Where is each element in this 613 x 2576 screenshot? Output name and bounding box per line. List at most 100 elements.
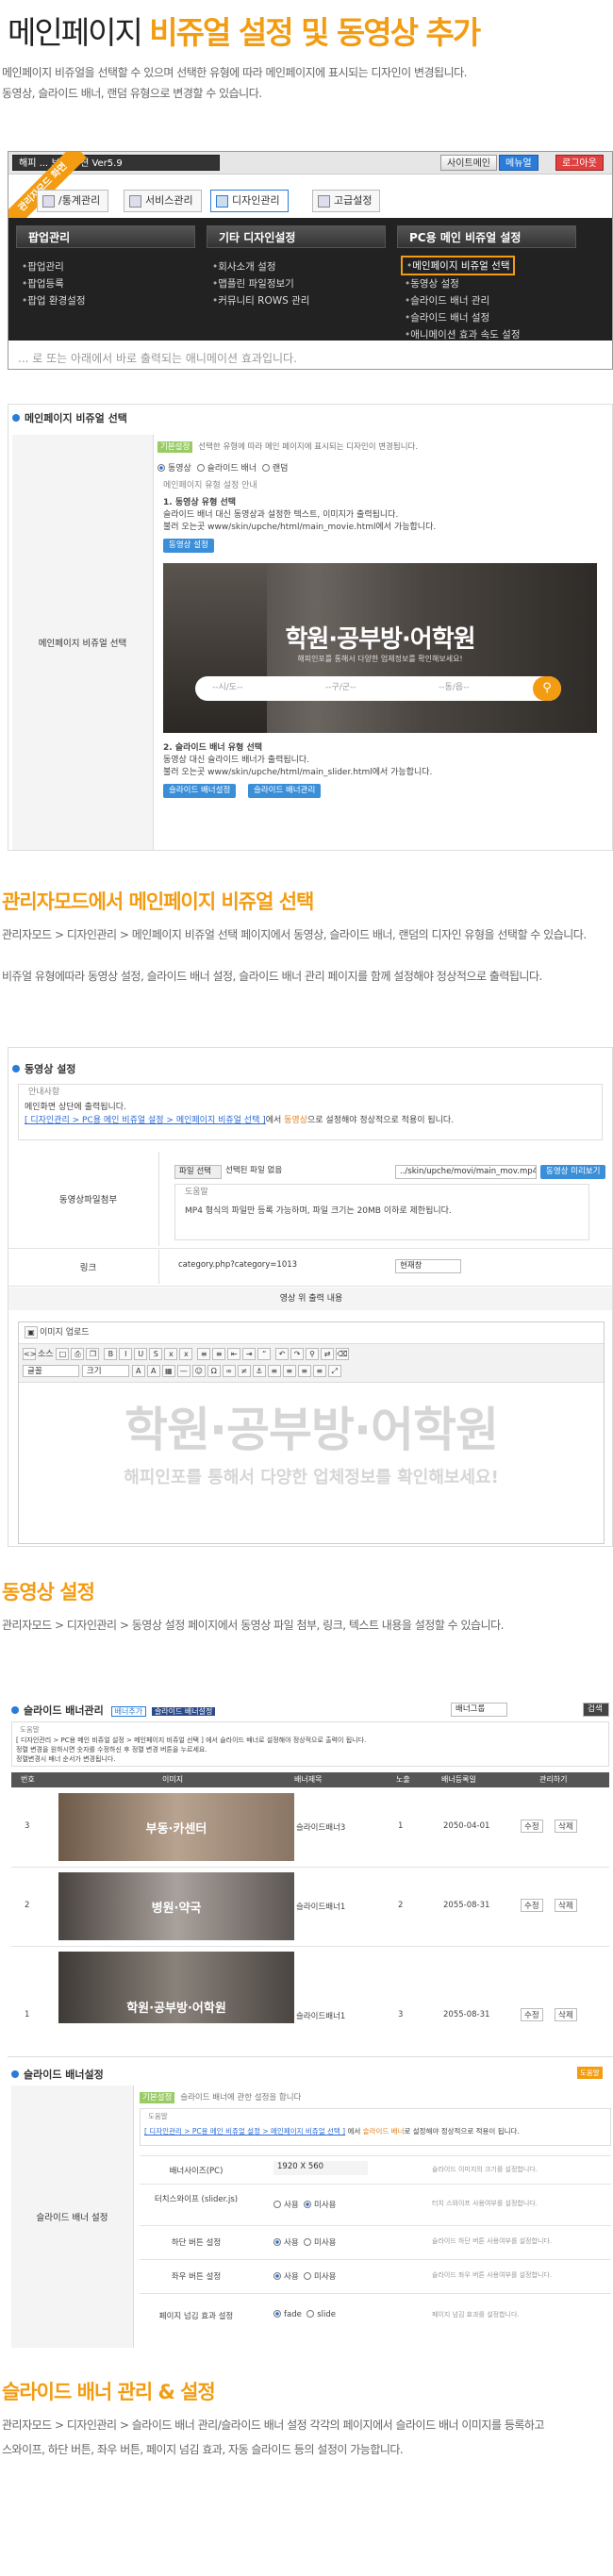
delete-button[interactable]: 삭제: [555, 2008, 577, 2021]
find-icon[interactable]: ⚲: [306, 1348, 320, 1360]
menu-item-visual-select[interactable]: 메인페이지 비쥬얼 선택: [401, 256, 516, 275]
slide-config-badge[interactable]: 슬라이드 배너설정: [151, 1707, 216, 1716]
site-main-button[interactable]: 사이트메인: [440, 155, 497, 171]
edit-button[interactable]: 수정: [521, 2008, 543, 2021]
file-select-button[interactable]: 파일 선택: [174, 1165, 222, 1179]
menu-item-popup-manage[interactable]: 팝업관리: [22, 259, 64, 274]
underline-icon[interactable]: U: [134, 1348, 148, 1360]
help-badge[interactable]: 도움말: [577, 2067, 603, 2079]
menu-item-popup-config[interactable]: 팝업 환경설정: [22, 293, 85, 307]
bullet-list-icon[interactable]: ≡: [212, 1348, 226, 1360]
guide-label: 안내사항: [28, 1088, 60, 1097]
type1-title: 1. 동영상 유형 선택: [163, 498, 237, 507]
quote-icon[interactable]: “: [257, 1348, 272, 1360]
undo-icon[interactable]: ↶: [275, 1348, 290, 1360]
video-settings-button[interactable]: 동영상 설정: [163, 539, 214, 553]
slide-config-button[interactable]: 슬라이드 배너설정: [163, 784, 237, 798]
bg-color-icon[interactable]: A: [146, 1365, 160, 1377]
editor-toolbar: <> 소스 □ ⎙ ❐ BIUSxx ≡ ≡ ⇤ ⇥ “ ↶ ↷ ⚲ ⇄ ⌫ 글꼴 크기 A A ▦ — ☺ Ω…: [19, 1343, 604, 1383]
intro-text-2: 동영상, 슬라이드 배너, 랜덤 유형으로 변경할 수 있습니다.: [2, 87, 262, 100]
menu-item-animation-speed[interactable]: 애니메이션 효과 속도 설정: [405, 327, 520, 341]
search-icon[interactable]: ⚲: [533, 676, 561, 701]
rich-editor[interactable]: ▣ 이미지 업로드 <> 소스 □ ⎙ ❐ BIUSxx ≡ ≡ ⇤ ⇥ “ ↶ ↷ ⚲ ⇄ ⌫ 글꼴 …: [18, 1321, 605, 1544]
banner-size-field[interactable]: 1920 X 560: [273, 2161, 368, 2175]
replace-icon[interactable]: ⇄: [321, 1348, 335, 1360]
table-icon[interactable]: ▦: [161, 1365, 175, 1377]
font-color-icon[interactable]: A: [131, 1365, 145, 1377]
edit-button[interactable]: 수정: [521, 1820, 543, 1833]
menu-item-video-settings[interactable]: 동영상 설정: [405, 276, 459, 291]
edit-button[interactable]: 수정: [521, 1899, 543, 1912]
table-row: 3 부동·카센터 슬라이드배너3 1 2050-04-01 수정 삭제: [11, 1789, 609, 1865]
align-left-icon[interactable]: ≡: [267, 1365, 281, 1377]
transition-effect-radio[interactable]: fade slide: [273, 2310, 336, 2319]
select-dong[interactable]: --동/읍--: [439, 682, 470, 694]
anchor-icon[interactable]: ⚓: [252, 1365, 266, 1377]
align-center-icon[interactable]: ≡: [282, 1365, 296, 1377]
strike-icon[interactable]: S: [149, 1348, 163, 1360]
align-right-icon[interactable]: ≡: [297, 1365, 311, 1377]
side-button-radio[interactable]: 사용 미사용: [273, 2270, 337, 2282]
hero-subtitle: 해피인포를 통해서 다양한 업체정보를 확인해보세요!: [297, 655, 463, 663]
link-input[interactable]: category.php?category=1013: [174, 1259, 391, 1273]
delete-button[interactable]: 삭제: [555, 1899, 577, 1912]
link-icon[interactable]: ∞: [222, 1365, 236, 1377]
radio-slide[interactable]: 슬라이드 배너: [196, 464, 257, 474]
source-icon[interactable]: <>: [23, 1348, 36, 1360]
help-link[interactable]: [ 디자인관리 > PC용 메인 비쥬얼 설정 > 메인페이지 비쥬얼 선택 ]: [144, 2127, 345, 2136]
add-banner-badge[interactable]: 배너추가: [110, 1706, 147, 1717]
doc-icon[interactable]: □: [56, 1348, 70, 1360]
superscript-icon[interactable]: x: [179, 1348, 193, 1360]
banner-group-select[interactable]: 배너그룹: [451, 1703, 507, 1717]
maximize-icon[interactable]: ⤢: [327, 1365, 341, 1377]
justify-icon[interactable]: ≡: [312, 1365, 326, 1377]
size-select[interactable]: 크기: [81, 1365, 129, 1377]
eraser-icon[interactable]: ⌫: [336, 1348, 350, 1360]
tab-stats[interactable]: /통계관리: [37, 190, 109, 212]
copy-icon[interactable]: ❐: [86, 1348, 100, 1360]
manual-button[interactable]: 메뉴얼: [499, 155, 538, 171]
link-target-select[interactable]: 현재창: [395, 1259, 461, 1273]
menu-item-community-rows[interactable]: 커뮤니티 ROWS 관리: [212, 293, 309, 307]
bottom-button-radio[interactable]: 사용 미사용: [273, 2236, 337, 2248]
menu-item-company[interactable]: 회사소개 설정: [212, 259, 275, 274]
unlink-icon[interactable]: ≠: [237, 1365, 251, 1377]
print-icon[interactable]: ⎙: [71, 1348, 85, 1360]
swipe-radio[interactable]: 사용 미사용: [273, 2199, 337, 2210]
video-preview-button[interactable]: 동영상 미리보기: [540, 1165, 606, 1179]
editor-preview-subtitle: 해피인포를 통해서 다양한 업체정보를 확인해보세요!: [124, 1468, 499, 1487]
image-upload-button[interactable]: ▣ 이미지 업로드: [25, 1326, 90, 1339]
tab-design[interactable]: 디자인관리: [210, 190, 289, 212]
menu-head-visual[interactable]: PC용 메인 비쥬얼 설정: [397, 225, 576, 248]
smiley-icon[interactable]: ☺: [191, 1365, 206, 1377]
bold-icon[interactable]: B: [104, 1348, 118, 1360]
delete-button[interactable]: 삭제: [555, 1820, 577, 1833]
settings-icon: [318, 195, 330, 208]
menu-head-popup[interactable]: 팝업관리: [16, 225, 195, 248]
subscript-icon[interactable]: x: [164, 1348, 178, 1360]
menu-item-slide-manage[interactable]: 슬라이드 배너 관리: [405, 293, 489, 307]
menu-item-popup-register[interactable]: 팝업등록: [22, 276, 64, 291]
omega-icon[interactable]: Ω: [207, 1365, 221, 1377]
hr-icon[interactable]: —: [176, 1365, 191, 1377]
redo-icon[interactable]: ↷: [290, 1348, 305, 1360]
guide-link[interactable]: [ 디자인관리 > PC용 메인 비쥬얼 설정 > 메인페이지 비쥬얼 선택 ]: [25, 1116, 266, 1125]
search-button[interactable]: 검색: [583, 1703, 609, 1717]
outdent-icon[interactable]: ⇤: [227, 1348, 241, 1360]
ordered-list-icon[interactable]: ≡: [197, 1348, 211, 1360]
file-path-field[interactable]: ../skin/upche/movi/main_mov.mp4: [395, 1165, 537, 1179]
logout-button[interactable]: 로그아웃: [555, 155, 604, 171]
tab-service[interactable]: 서비스관리: [124, 190, 202, 212]
menu-head-etc[interactable]: 기타 디자인설정: [207, 225, 386, 248]
menu-item-slide-config[interactable]: 슬라이드 배너 설정: [405, 310, 489, 324]
radio-random[interactable]: 랜덤: [261, 464, 288, 474]
tab-advanced[interactable]: 고급설정: [312, 190, 381, 212]
indent-icon[interactable]: ⇥: [242, 1348, 257, 1360]
italic-icon[interactable]: I: [119, 1348, 133, 1360]
font-select[interactable]: 글꼴: [23, 1365, 79, 1377]
select-gugun[interactable]: --구/군--: [325, 682, 356, 694]
select-sido[interactable]: --시/도--: [212, 682, 243, 694]
menu-item-file-info[interactable]: 맵플린 파일정보기: [212, 276, 294, 291]
radio-video[interactable]: 동영상: [157, 464, 191, 474]
slide-manage-button[interactable]: 슬라이드 배너관리: [248, 784, 322, 798]
